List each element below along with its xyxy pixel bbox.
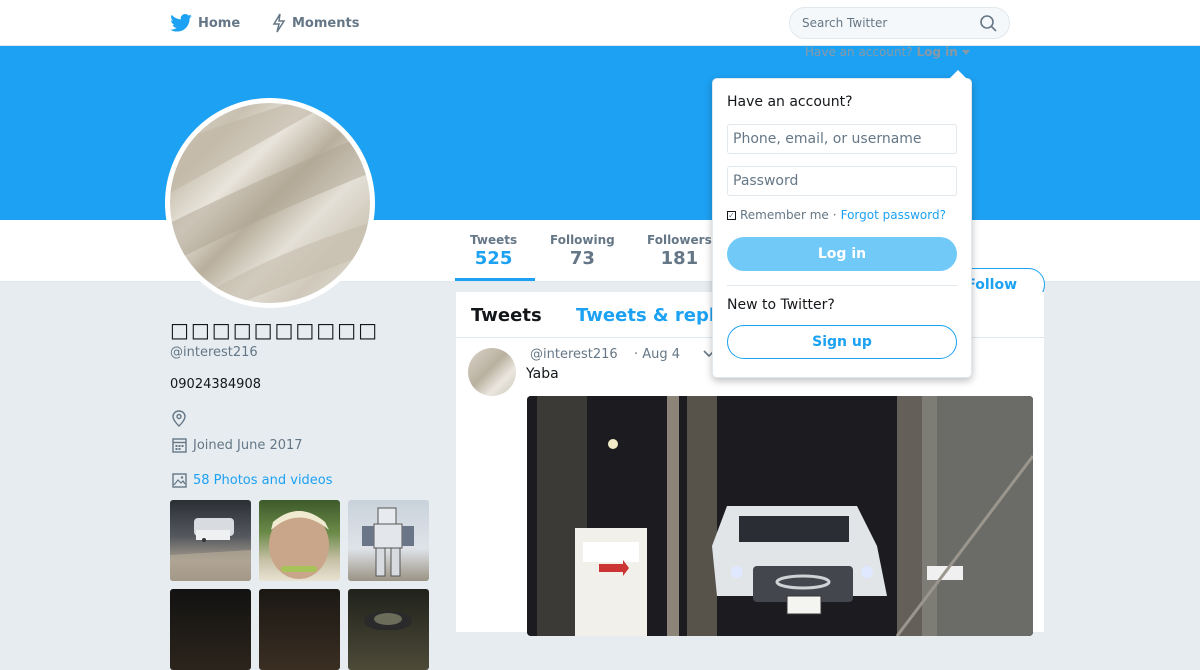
tab-tweets[interactable]: Tweets <box>471 305 542 326</box>
login-button[interactable]: Log in <box>727 237 957 271</box>
tab-tweets-replies[interactable]: Tweets & repl <box>576 305 715 326</box>
profile-name: □□□□□□□□□□ <box>170 318 379 342</box>
photos-link-label: 58 Photos and videos <box>193 473 333 488</box>
remember-checkbox[interactable]: ✓ <box>727 210 736 220</box>
forgot-password-link[interactable]: Forgot password? <box>841 208 946 222</box>
stat-label: Followers <box>647 233 712 247</box>
divider <box>727 285 957 286</box>
stat-label: Tweets <box>470 233 518 247</box>
location-icon <box>172 410 186 427</box>
search-input[interactable]: Search Twitter <box>789 7 1010 39</box>
thumbnail-image <box>362 507 414 577</box>
nav-moments-label: Moments <box>292 15 360 31</box>
stat-label: Following <box>550 233 615 247</box>
login-link[interactable]: Log in <box>916 45 957 59</box>
tweet-photo-image <box>527 396 1033 636</box>
nav-moments[interactable]: Moments <box>272 0 359 46</box>
remember-row: ✓ Remember me · Forgot password? <box>727 208 946 222</box>
joined-date: Joined June 2017 <box>172 437 303 453</box>
thumbnail-image <box>269 511 329 579</box>
twitter-bird-icon <box>170 14 192 32</box>
profile-handle[interactable]: @interest216 <box>170 345 258 360</box>
joined-text: Joined June 2017 <box>193 437 303 453</box>
tweet-photo[interactable] <box>527 396 1033 636</box>
stat-value: 181 <box>660 248 699 269</box>
tweet-text: Yaba <box>526 366 559 382</box>
photos-videos-link[interactable]: 58 Photos and videos <box>172 473 333 488</box>
password-field[interactable]: Password <box>727 166 957 196</box>
username-placeholder: Phone, email, or username <box>733 131 922 147</box>
tweet-avatar[interactable] <box>468 348 516 396</box>
profile-bio: 09024384908 <box>170 377 261 392</box>
login-prompt-text: Have an account? <box>805 45 913 59</box>
new-to-twitter-text: New to Twitter? <box>727 297 835 313</box>
calendar-icon <box>172 438 187 453</box>
separator-dot: · <box>832 208 837 222</box>
nav-home[interactable]: Home <box>170 0 240 46</box>
image-icon <box>172 473 187 488</box>
lightning-icon <box>272 13 286 33</box>
signup-button[interactable]: Sign up <box>727 325 957 359</box>
location <box>172 410 186 431</box>
nav-home-label: Home <box>198 15 241 31</box>
top-nav-bar: Home Moments Search Twitter <box>0 0 1200 46</box>
remember-label: Remember me <box>740 208 829 222</box>
stat-value: 525 <box>474 248 513 269</box>
stat-followers[interactable]: Followers 181 <box>647 233 712 269</box>
tweet-date[interactable]: · Aug 4 <box>634 347 680 362</box>
stat-tweets[interactable]: Tweets 525 <box>470 233 517 269</box>
stat-following[interactable]: Following 73 <box>550 233 615 269</box>
photo-thumbnail[interactable] <box>170 500 251 581</box>
caret-down-icon <box>961 50 970 55</box>
password-placeholder: Password <box>733 173 799 189</box>
photo-thumbnail[interactable] <box>259 500 340 581</box>
search-placeholder: Search Twitter <box>802 16 888 30</box>
login-prompt[interactable]: Have an account? Log in <box>805 45 970 59</box>
search-icon[interactable] <box>980 15 997 32</box>
thumbnail-image <box>170 518 251 581</box>
login-dropdown: Have an account? Phone, email, or userna… <box>712 70 972 378</box>
avatar-fabric-image <box>170 103 370 303</box>
dropdown-title: Have an account? <box>727 94 853 110</box>
stat-value: 73 <box>569 248 595 269</box>
thumbnail-image <box>364 611 412 631</box>
photo-thumbnail[interactable] <box>348 500 429 581</box>
profile-avatar[interactable] <box>165 98 375 308</box>
username-field[interactable]: Phone, email, or username <box>727 124 957 154</box>
active-tab-indicator <box>455 278 535 281</box>
tweet-handle[interactable]: @interest216 <box>530 347 618 362</box>
